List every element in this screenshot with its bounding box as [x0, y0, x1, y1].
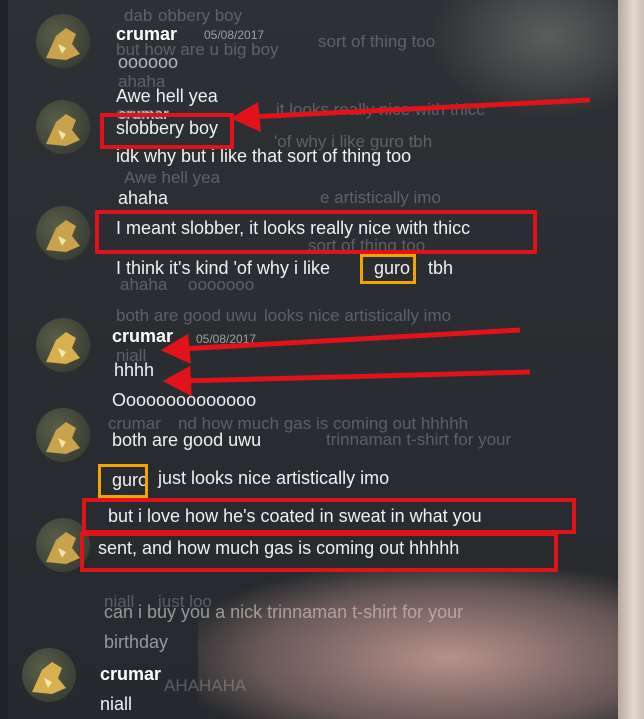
arrow-line	[249, 97, 591, 120]
arrow-head	[230, 101, 261, 133]
arrow-line	[181, 369, 531, 384]
arrow-head	[160, 333, 191, 365]
annotation-arrows	[160, 97, 591, 397]
arrow-line	[179, 327, 521, 352]
arrow-head	[162, 365, 192, 397]
